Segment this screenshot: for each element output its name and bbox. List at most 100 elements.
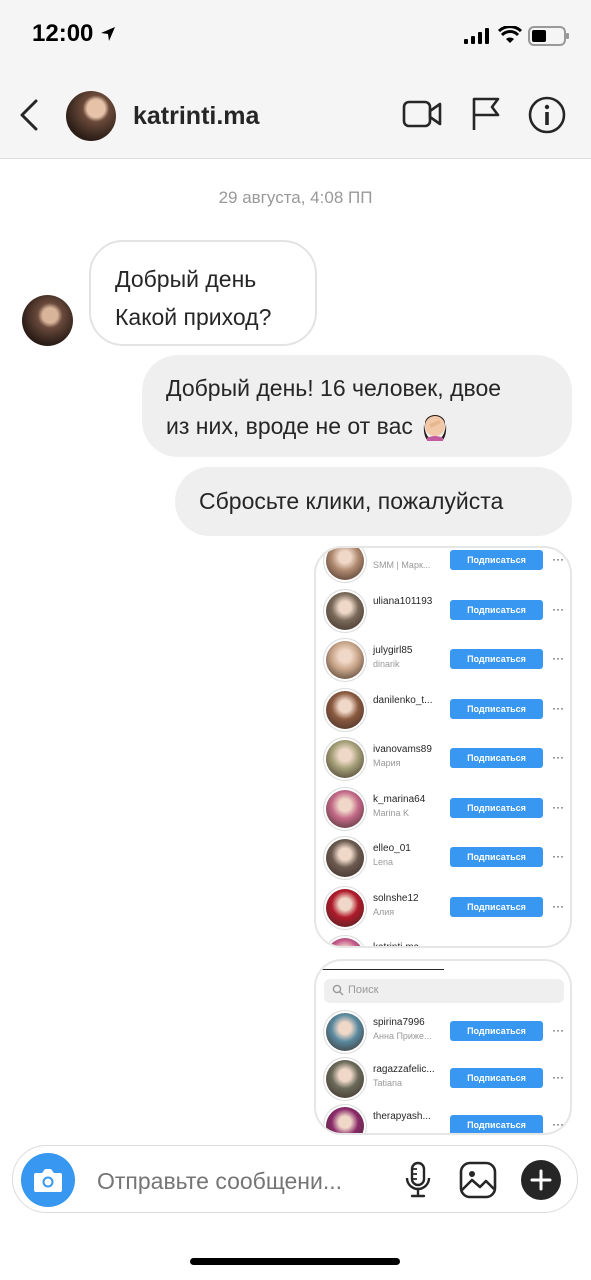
more-options-icon: ··· (552, 700, 564, 715)
follower-row[interactable]: solnshe12 Алия Подписаться ··· (316, 887, 570, 931)
follower-username: katrinti.ma (373, 942, 420, 948)
follow-button: Подписаться (450, 550, 543, 570)
follower-username: ragazzafelic... (373, 1064, 435, 1075)
follow-button: Подписаться (450, 748, 543, 768)
follow-button: Подписаться (450, 847, 543, 867)
follower-avatar (326, 938, 364, 946)
outgoing-message-line: из них, вроде не от вас (166, 407, 548, 445)
follower-username: ivanovams89 (373, 744, 432, 755)
follower-username: elleo_01 (373, 843, 411, 854)
follower-row[interactable]: k_marina64 Marina K Подписаться ··· (316, 788, 570, 832)
follow-button: Подписаться (450, 1021, 543, 1041)
more-options-icon: ··· (552, 651, 564, 665)
search-icon (332, 984, 344, 996)
more-actions-button[interactable] (521, 1160, 561, 1200)
video-call-icon[interactable] (402, 98, 442, 130)
follow-button: Подписаться (450, 599, 543, 620)
follower-avatar (326, 839, 364, 877)
follower-username: julygirl85 (373, 645, 413, 656)
follower-fullname: Marina K (373, 807, 410, 818)
follow-button: Подписаться (450, 1068, 543, 1088)
more-options-icon: ··· (552, 1023, 564, 1037)
follower-row[interactable]: SMM | Марк... Подписаться ··· (316, 548, 570, 584)
follower-row[interactable]: ivanovams89 Мария Подписаться ··· (316, 738, 570, 782)
follower-row[interactable]: therapyash... Подписаться ··· (316, 1105, 570, 1133)
follower-fullname: Lena (373, 857, 394, 867)
follower-username: spirina7996 (373, 1017, 425, 1028)
chat-header: katrinti.ma (0, 72, 591, 159)
microphone-icon[interactable] (403, 1160, 433, 1200)
follower-fullname: dinarik (373, 659, 400, 669)
follower-avatar (326, 888, 364, 927)
more-options-icon: ··· (552, 1117, 564, 1131)
camera-button[interactable] (21, 1153, 75, 1207)
follower-username: k_marina64 (373, 793, 426, 805)
outgoing-message-line: Добрый день! 16 человек, двое (166, 375, 502, 401)
follower-avatar (326, 740, 364, 778)
follow-button: Подписаться (450, 797, 543, 818)
follower-username: therapyash... (373, 1111, 431, 1122)
message-input[interactable] (97, 1166, 387, 1196)
follower-row[interactable]: ragazzafelic... Tatiana Подписаться ··· (316, 1058, 570, 1102)
message-timestamp: 29 августа, 4:08 ПП (218, 188, 373, 207)
message-composer (12, 1145, 578, 1213)
follower-fullname: Анна Прижe... (373, 1031, 432, 1041)
follower-avatar (326, 641, 364, 679)
search-bar: Поиск (324, 979, 564, 1003)
more-options-icon: ··· (552, 750, 564, 764)
follower-row[interactable]: julygirl85 dinarik Подписаться ··· (316, 639, 570, 683)
follow-button (450, 946, 543, 948)
sender-avatar[interactable] (22, 295, 73, 346)
screenshot-attachment[interactable]: Поиск spirina7996 Анна Прижe... Подписатьс… (314, 959, 572, 1135)
contact-username[interactable]: katrinti.ma (133, 102, 259, 131)
status-time: 12:00 (32, 20, 94, 47)
incoming-message-line: Добрый день (115, 266, 257, 292)
outgoing-message-text: Сбросьте клики, пожалуйста (199, 488, 504, 514)
follower-fullname: Мария (373, 758, 401, 768)
back-chevron-icon[interactable] (18, 98, 40, 132)
plus-icon (530, 1169, 552, 1191)
more-options-icon: ··· (552, 601, 564, 616)
follower-row[interactable]: uliana101193 Подписаться ··· (316, 590, 570, 634)
follower-row[interactable]: katrinti.ma (316, 936, 570, 948)
follower-avatar (326, 1107, 364, 1133)
follower-avatar (326, 789, 364, 828)
home-indicator (190, 1258, 400, 1265)
screenshot-attachment[interactable]: SMM | Марк... Подписаться ··· uliana101193 П… (314, 546, 572, 948)
more-options-icon: ··· (552, 849, 564, 863)
follower-username: danilenko_t... (373, 694, 433, 706)
camera-icon (34, 1169, 62, 1192)
follower-avatar (326, 548, 364, 580)
follow-button: Подписаться (450, 698, 543, 719)
location-arrow-icon (101, 27, 115, 41)
info-icon[interactable] (528, 96, 566, 134)
report-flag-icon[interactable] (470, 96, 502, 132)
incoming-message[interactable]: Добрый день Какой приход? (89, 240, 317, 346)
follower-row[interactable]: spirina7996 Анна Прижe... Подписаться ··· (316, 1011, 570, 1055)
status-bar: 12:00 (0, 0, 591, 72)
follower-username: solnshe12 (373, 892, 419, 904)
more-options-icon: ··· (552, 552, 564, 566)
outgoing-message[interactable]: Добрый день! 16 человек, двое из них, вр… (142, 355, 572, 457)
incoming-message-line: Какой приход? (115, 304, 272, 330)
wifi-icon (498, 26, 522, 43)
follower-fullname: SMM | Марк... (373, 560, 431, 570)
tab-underline (316, 969, 444, 970)
follower-username: uliana101193 (373, 595, 433, 607)
facepalm-emoji-icon (423, 414, 447, 441)
follower-fullname: Tatiana (373, 1078, 403, 1088)
gallery-icon[interactable] (458, 1160, 498, 1200)
more-options-icon: ··· (552, 1070, 564, 1084)
outgoing-message[interactable]: Сбросьте клики, пожалуйста (175, 467, 572, 536)
follower-row[interactable]: danilenko_t... Подписаться ··· (316, 689, 570, 733)
follower-fullname: Алия (373, 906, 395, 917)
follower-avatar (326, 690, 364, 729)
follow-button: Подписаться (450, 896, 543, 917)
follow-button: Подписаться (450, 649, 543, 669)
outgoing-message-text: из них, вроде не от вас (166, 413, 413, 439)
battery-icon (528, 26, 569, 46)
contact-avatar[interactable] (66, 91, 116, 141)
cellular-signal-icon (464, 28, 489, 44)
follower-avatar (326, 1013, 364, 1051)
follower-row[interactable]: elleo_01 Lena Подписаться ··· (316, 837, 570, 881)
